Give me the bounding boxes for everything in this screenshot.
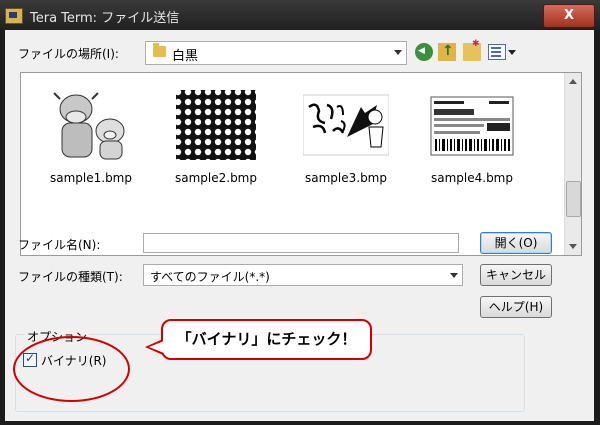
chevron-down-icon [450,273,458,278]
window-title: Tera Term: ファイル送信 [30,11,180,26]
file-item-sample4[interactable] [429,87,515,163]
filename-label: ファイル名(N): [18,238,101,252]
folder-icon [153,43,166,57]
back-icon[interactable] [415,43,433,61]
close-button[interactable]: X [543,4,595,28]
filetype-label: ファイルの種類(T): [18,270,123,284]
new-folder-icon[interactable] [463,39,481,61]
location-value: 白黒 [172,49,199,64]
filename-input[interactable] [143,233,459,253]
up-folder-icon[interactable] [438,43,456,61]
cancel-button[interactable]: キャンセル [480,264,552,286]
sample2-thumbnail [176,90,256,160]
file-name[interactable]: sample2.bmp [156,171,276,185]
sample3-thumbnail [302,94,390,156]
scroll-down-icon[interactable] [569,244,577,249]
scroll-up-icon[interactable] [569,79,577,84]
file-send-dialog: ファイルの場所(I): 白黒 sample1.bmp [5,30,594,421]
file-name[interactable]: sample3.bmp [286,171,406,185]
title-bar[interactable]: Tera Term: ファイル送信 X [0,0,600,30]
sample4-thumbnail [430,96,514,156]
filetype-value: すべてのファイル(*.*) [150,270,270,284]
scroll-thumb[interactable] [566,181,581,217]
location-combo[interactable]: 白黒 [145,41,407,65]
view-menu-icon[interactable] [488,44,506,60]
file-item-sample3[interactable] [302,87,390,163]
file-name[interactable]: sample1.bmp [31,171,151,185]
annotation-ellipse [13,336,130,402]
view-dropdown-arrow-icon[interactable] [508,50,516,55]
file-list[interactable]: sample1.bmp sample2.bmp sample3.bmp samp… [20,72,582,256]
open-button[interactable]: 開く(O) [480,232,552,254]
filetype-select[interactable]: すべてのファイル(*.*) [143,264,463,286]
sample1-thumbnail [48,87,134,163]
annotation-callout: 「バイナリ」にチェック！ [145,319,372,360]
help-button[interactable]: ヘルプ(H) [480,296,552,318]
teraterm-app-icon [5,8,23,24]
file-item-sample2[interactable] [173,87,259,163]
location-label: ファイルの場所(I): [18,47,119,61]
file-name[interactable]: sample4.bmp [412,171,532,185]
chevron-down-icon [394,50,402,55]
file-item-sample1[interactable] [48,87,134,163]
file-list-scrollbar[interactable] [564,73,581,255]
